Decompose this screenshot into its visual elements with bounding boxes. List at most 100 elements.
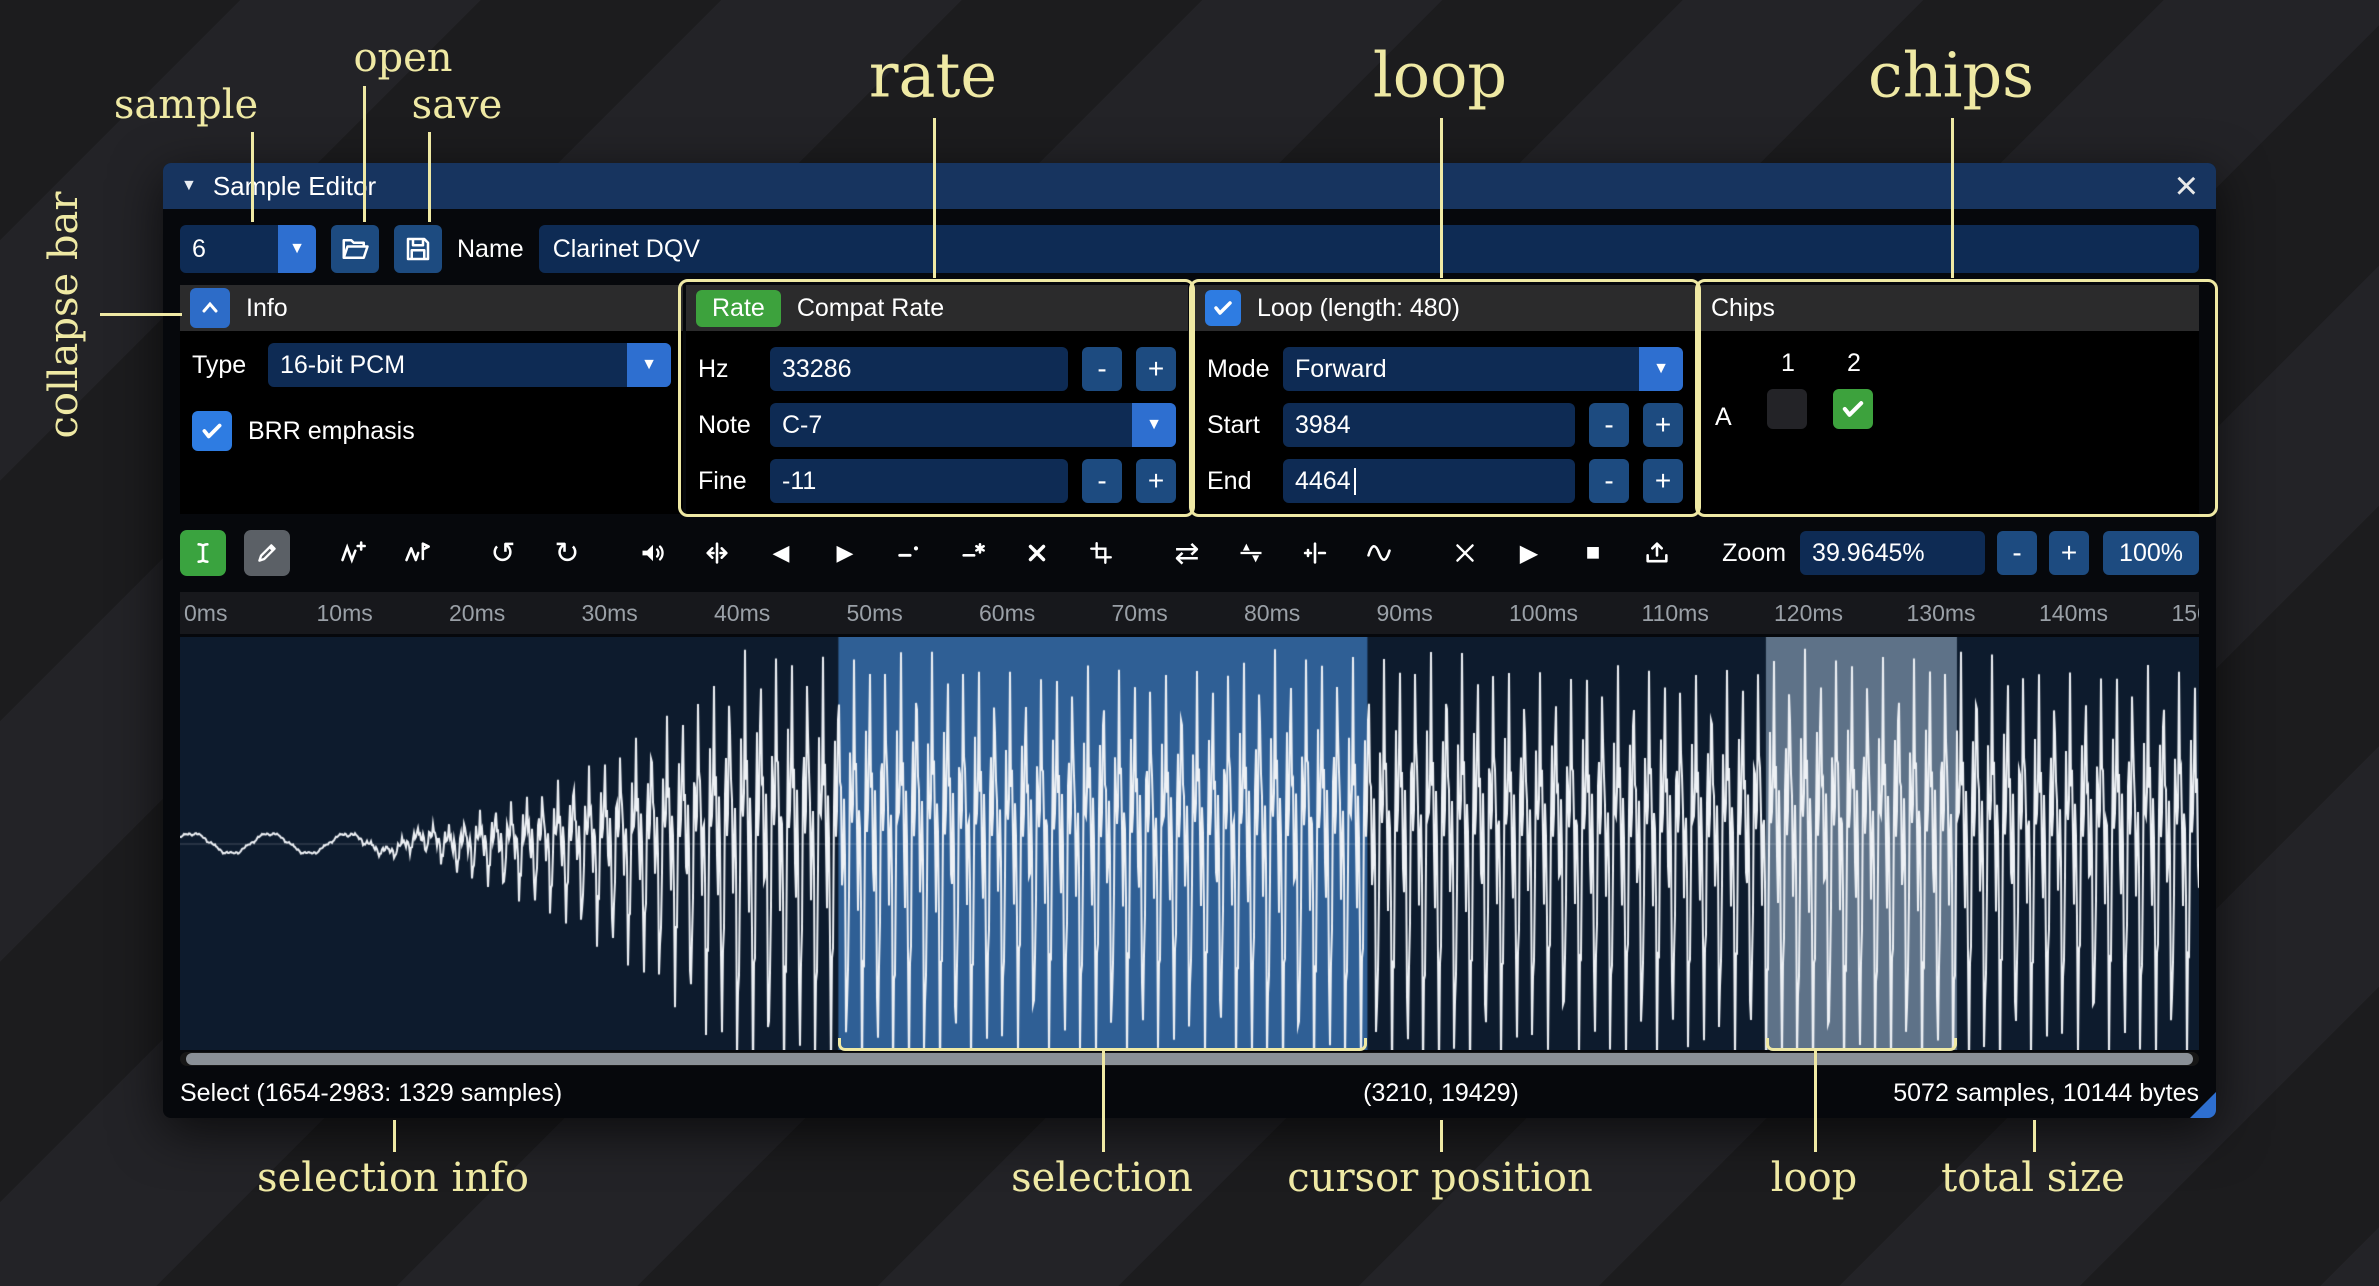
delete-button[interactable] (1014, 530, 1060, 576)
annotation-selection-label: selection (1011, 1155, 1193, 1201)
resize-button[interactable] (330, 530, 376, 576)
timeline-label: 30ms (582, 600, 638, 627)
start-plus-button[interactable]: + (1643, 403, 1683, 447)
timeline-label: 100ms (1509, 600, 1578, 627)
window-title: Sample Editor (213, 171, 376, 202)
chevron-down-icon[interactable]: ▼ (278, 225, 316, 273)
timeline-label: 0ms (184, 600, 227, 627)
insert-silence-button[interactable] (886, 530, 932, 576)
waveform-canvas[interactable] (180, 637, 2199, 1050)
annotation-sample-label: sample (114, 82, 258, 128)
fade-in-button[interactable]: ◀ (758, 530, 804, 576)
chips-panel: Chips 1 2 A (1701, 285, 2199, 514)
fine-input[interactable]: -11 (770, 459, 1068, 503)
chips-col-2: 2 (1847, 349, 1861, 378)
pencil-icon (254, 540, 280, 566)
trim-button[interactable] (1078, 530, 1124, 576)
edit-mode-select-button[interactable] (180, 530, 226, 576)
chip-a2-checkbox[interactable] (1833, 389, 1873, 429)
collapse-bar-button[interactable] (190, 288, 230, 328)
upload-icon (1643, 539, 1671, 567)
zoom-value: 39.9645% (1812, 539, 1925, 568)
annotation-loop-bottom-label: loop (1771, 1155, 1858, 1201)
create-wavetable-button[interactable] (1634, 530, 1680, 576)
rate-header: Rate Compat Rate (686, 285, 1188, 331)
end-minus-button[interactable]: - (1589, 459, 1629, 503)
save-button[interactable] (394, 225, 442, 273)
waveform-view[interactable] (180, 637, 2199, 1050)
loop-panel: Loop (length: 480) Mode Forward ▼ Start … (1195, 285, 1695, 514)
timeline-label: 110ms (1642, 600, 1709, 627)
note-dropdown[interactable]: C-7 ▼ (770, 403, 1176, 447)
waveform-scrollbar[interactable] (180, 1052, 2199, 1066)
chevron-down-icon[interactable]: ▼ (1639, 347, 1683, 391)
loop-length-label: Loop (length: 480) (1257, 294, 1460, 323)
info-header: Info (180, 285, 683, 331)
mode-label: Mode (1207, 355, 1283, 384)
fade-out-button[interactable]: ▶ (822, 530, 868, 576)
info-panel: Info Type 16-bit PCM ▼ BRR emphasis (180, 285, 683, 514)
zoom-minus-button[interactable]: - (1997, 531, 2037, 575)
open-button[interactable] (331, 225, 379, 273)
hz-input[interactable]: 33286 (770, 347, 1068, 391)
end-label: End (1207, 467, 1283, 496)
reverse-button[interactable]: ⇄ (1164, 530, 1210, 576)
type-dropdown[interactable]: 16-bit PCM ▼ (268, 343, 671, 387)
window-collapse-icon[interactable]: ▼ (181, 177, 197, 195)
name-input[interactable]: Clarinet DQV (539, 225, 2199, 273)
sample-number-combo[interactable]: 6 ▼ (180, 225, 316, 273)
rate-badge[interactable]: Rate (696, 290, 781, 327)
close-icon[interactable]: × (2175, 170, 2198, 202)
chevron-down-icon[interactable]: ▼ (1132, 403, 1176, 447)
fine-label: Fine (698, 467, 770, 496)
hz-plus-button[interactable]: + (1136, 347, 1176, 391)
amplify-button[interactable] (630, 530, 676, 576)
fade-out-icon: ▶ (837, 540, 854, 566)
chip-a1-checkbox[interactable] (1767, 389, 1807, 429)
fine-plus-button[interactable]: + (1136, 459, 1176, 503)
redo-button[interactable]: ↻ (544, 530, 590, 576)
undo-icon: ↺ (490, 536, 515, 571)
loop-checkbox[interactable] (1205, 290, 1241, 326)
invert-button[interactable] (1228, 530, 1274, 576)
loop-end-input[interactable]: 4464 (1283, 459, 1575, 503)
annotation-total-size-line (2033, 1120, 2036, 1152)
zoom-input[interactable]: 39.9645% (1800, 531, 1985, 575)
filter-button[interactable] (1356, 530, 1402, 576)
preview-stop-button[interactable]: ■ (1570, 530, 1616, 576)
scrollbar-thumb[interactable] (186, 1053, 2193, 1065)
zoom-plus-button[interactable]: + (2049, 531, 2089, 575)
preview-play-button[interactable]: ▶ (1506, 530, 1552, 576)
normalize-button[interactable] (694, 530, 740, 576)
loop-start-row: Start 3984 - + (1207, 403, 1683, 447)
start-minus-button[interactable]: - (1589, 403, 1629, 447)
undo-button[interactable]: ↺ (480, 530, 526, 576)
zoom-reset-button[interactable]: 100% (2103, 531, 2199, 575)
end-plus-button[interactable]: + (1643, 459, 1683, 503)
check-icon (1211, 296, 1235, 320)
resize-grip[interactable] (2190, 1092, 2216, 1118)
loop-start-input[interactable]: 3984 (1283, 403, 1575, 447)
fine-minus-button[interactable]: - (1082, 459, 1122, 503)
brr-emphasis-checkbox[interactable] (192, 411, 232, 451)
chevron-down-icon[interactable]: ▼ (627, 343, 671, 387)
crossfade-loop-button[interactable] (1442, 530, 1488, 576)
titlebar: ▼ Sample Editor × (163, 163, 2216, 209)
signed-unsigned-button[interactable] (1292, 530, 1338, 576)
timeline-label: 20ms (449, 600, 505, 627)
normalize-arrows-icon (703, 539, 731, 567)
floppy-disk-icon (403, 234, 433, 264)
plus-minus-icon (1301, 539, 1329, 567)
apply-silence-button[interactable] (950, 530, 996, 576)
chips-header: Chips (1701, 285, 2199, 331)
mode-dropdown[interactable]: Forward ▼ (1283, 347, 1683, 391)
mode-row: Mode Forward ▼ (1207, 347, 1683, 391)
resample-button[interactable] (394, 530, 440, 576)
sample-number-value[interactable]: 6 (180, 225, 278, 273)
annotation-selection-info-line (393, 1120, 396, 1152)
timeline-ruler[interactable]: 0ms 10ms 20ms 30ms 40ms 50ms 60ms 70ms 8… (180, 592, 2199, 634)
hz-minus-button[interactable]: - (1082, 347, 1122, 391)
edit-mode-draw-button[interactable] (244, 530, 290, 576)
sample-toolbar: ↺ ↻ ◀ ▶ ⇄ (180, 528, 2199, 578)
status-bar: Select (1654-2983: 1329 samples) (3210, … (180, 1068, 2199, 1118)
